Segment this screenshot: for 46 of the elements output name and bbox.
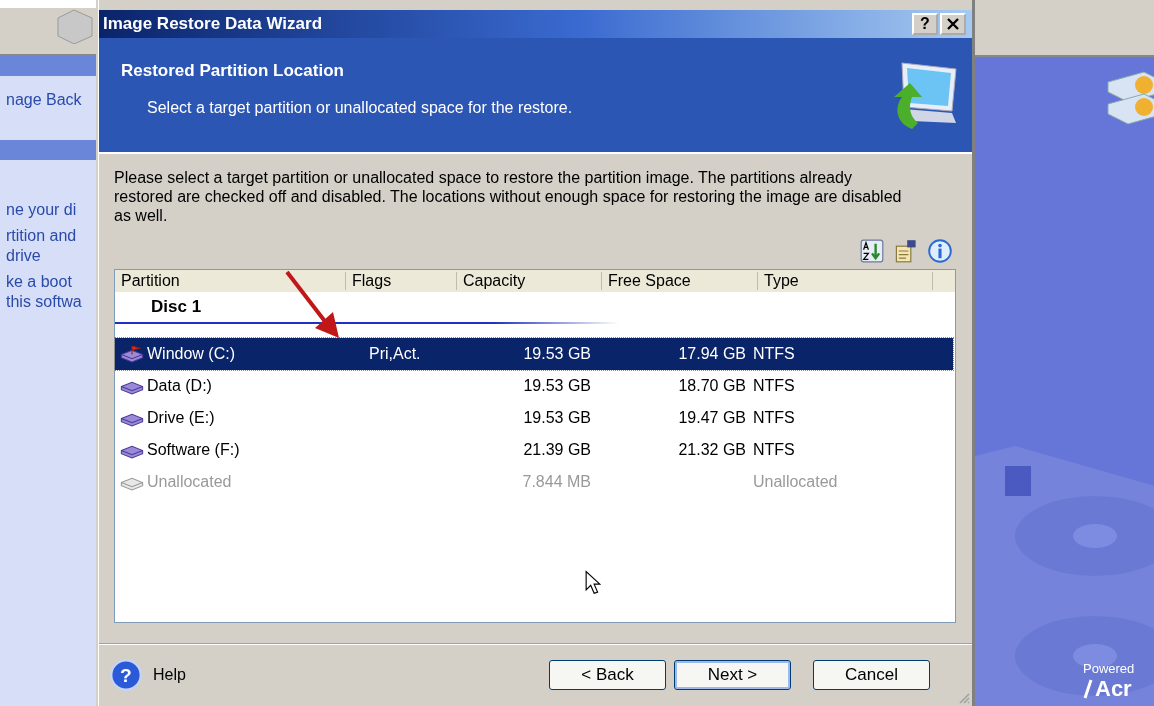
wizard-button[interactable]: Next > — [674, 660, 791, 690]
partition-name: Drive (E:) — [147, 409, 215, 427]
help-icon: ? — [109, 658, 143, 692]
partition-name: Data (D:) — [147, 377, 212, 395]
powered-by-text: Powered — [1083, 661, 1135, 676]
group-label: Disc 1 — [151, 297, 202, 317]
instructions-text: Please select a target partition or unallocated space to restore the partition image. The partitions already restored are checked off and disabled. The locations without enough space for restoring the image are disabled as well. — [114, 168, 903, 225]
type-text: NTFS — [753, 441, 795, 458]
sidebar-link[interactable]: ne your di — [6, 200, 92, 220]
wizard-button[interactable]: < Back — [549, 660, 666, 690]
free-space-text: 18.70 GB — [678, 377, 746, 394]
partition-name: Software (F:) — [147, 441, 240, 459]
page-title: Restored Partition Location — [121, 61, 345, 81]
column-header[interactable]: Capacity — [457, 272, 602, 290]
window-title: Image Restore Data Wizard — [103, 14, 323, 34]
column-header[interactable]: Partition — [115, 272, 346, 290]
brand-logo: Acr — [1083, 676, 1135, 702]
help-button[interactable]: ? — [912, 13, 938, 35]
type-text: NTFS — [753, 377, 795, 394]
capacity-text: 7.844 MB — [522, 473, 591, 490]
partition-row[interactable]: Window (C:) Pri,Act. 19.53 GB 17.94 GB NTFS — [115, 338, 953, 370]
partition-name: Window (C:) — [147, 345, 235, 363]
column-header[interactable]: Free Space — [602, 272, 758, 290]
column-header[interactable]: Type — [758, 272, 933, 290]
column-header[interactable]: Flags — [346, 272, 457, 290]
partition-row[interactable]: Drive (E:) 19.53 GB 19.47 GB NTFS — [115, 402, 953, 434]
partition-name: Unallocated — [147, 473, 232, 491]
sidebar-link[interactable]: nage Back — [6, 90, 92, 110]
free-space-text: 17.94 GB — [678, 345, 746, 362]
partition-row[interactable]: Software (F:) 21.39 GB 21.32 GB NTFS — [115, 434, 953, 466]
free-space-text: 19.47 GB — [678, 409, 746, 426]
help-link[interactable]: ? Help — [109, 658, 186, 692]
type-text: Unallocated — [753, 473, 838, 490]
capacity-text: 21.39 GB — [523, 441, 591, 458]
wizard-button[interactable]: Cancel — [813, 660, 930, 690]
flags-text: Pri,Act. — [369, 345, 421, 362]
capacity-text: 19.53 GB — [523, 409, 591, 426]
partition-row[interactable]: Data (D:) 19.53 GB 18.70 GB NTFS — [115, 370, 953, 402]
free-space-text: 21.32 GB — [678, 441, 746, 458]
capacity-text: 19.53 GB — [523, 377, 591, 394]
page-subtitle: Select a target partition or unallocated space for the restore. — [146, 99, 573, 117]
type-text: NTFS — [753, 409, 795, 426]
capacity-text: 19.53 GB — [523, 345, 591, 362]
sidebar-link[interactable]: ke a boot this softwa — [6, 272, 92, 312]
type-text: NTFS — [753, 345, 795, 362]
sidebar-link[interactable]: rtition and drive — [6, 226, 92, 266]
